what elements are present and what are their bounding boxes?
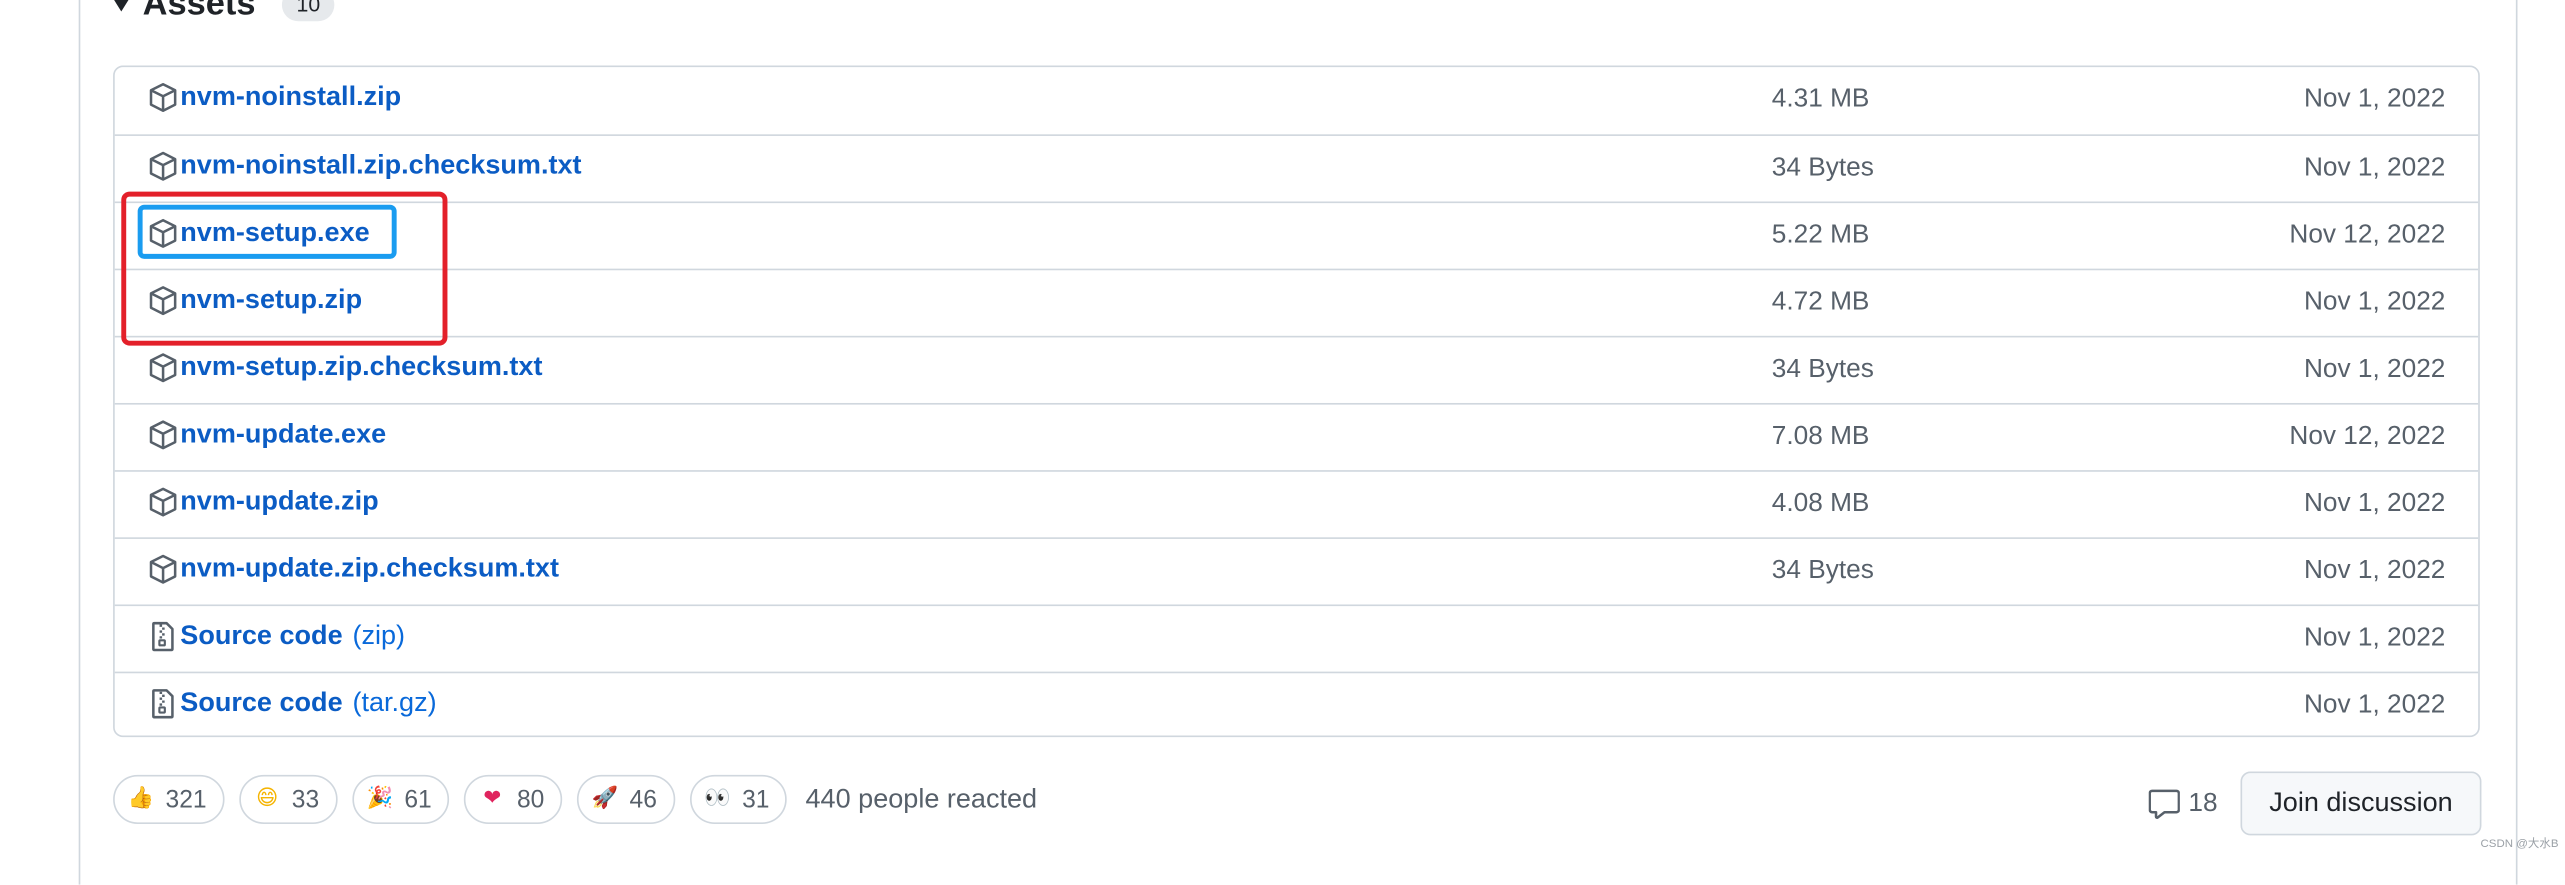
asset-date: Nov 1, 2022 (2303, 691, 2446, 720)
eyes-icon: 👀 (704, 786, 731, 811)
assets-list: nvm-noinstall.zip 4.31 MB Nov 1, 2022 nvm-n… (113, 65, 2480, 739)
asset-link[interactable]: nvm-setup.zip.checksum.txt (148, 352, 543, 383)
asset-date: Nov 1, 2022 (2303, 355, 2446, 384)
reaction-count: 321 (165, 785, 207, 814)
asset-row: nvm-setup.exe 5.22 MB Nov 12, 2022 (114, 201, 2479, 268)
asset-row: Source code (tar.gz) Nov 1, 2022 (114, 671, 2479, 739)
asset-date: Nov 1, 2022 (2303, 624, 2446, 652)
asset-size: 34 Bytes (1771, 556, 1874, 585)
asset-size: 34 Bytes (1771, 355, 1874, 384)
reaction-button[interactable]: 👀 31 (689, 774, 788, 824)
asset-link[interactable]: nvm-update.zip (148, 487, 379, 518)
file-zip-icon (148, 688, 179, 719)
asset-size: 5.22 MB (1771, 221, 1870, 249)
assets-header[interactable]: Assets 10 (113, 0, 335, 29)
asset-row: nvm-setup.zip 4.72 MB Nov 1, 2022 (114, 268, 2479, 336)
asset-size: 34 Bytes (1771, 153, 1874, 182)
asset-date: Nov 1, 2022 (2303, 556, 2446, 585)
asset-size: 4.08 MB (1771, 489, 1870, 518)
reaction-count: 33 (291, 785, 320, 814)
asset-link[interactable]: nvm-update.exe (148, 419, 387, 450)
laugh-icon: 😄 (256, 786, 279, 811)
caret-down-icon[interactable] (113, 0, 130, 12)
asset-row: nvm-noinstall.zip.checksum.txt 34 Bytes No… (114, 134, 2479, 201)
asset-row: nvm-update.zip 4.08 MB Nov 1, 2022 (114, 470, 2479, 537)
comment-count: 18 (2188, 788, 2218, 817)
asset-suffix: (zip) (352, 620, 406, 651)
heart-icon: ❤ (483, 786, 502, 811)
asset-name: nvm-update.zip.checksum.txt (180, 553, 560, 584)
watermark: CSDN @大水B (2480, 838, 2559, 851)
discussion-area: 18 Join discussion (2149, 771, 2482, 836)
asset-link[interactable]: nvm-noinstall.zip (148, 81, 402, 113)
asset-name: Source code (180, 620, 343, 651)
package-icon (148, 554, 179, 585)
package-icon (148, 487, 179, 518)
package-icon (148, 151, 179, 182)
hooray-icon: 🎉 (366, 786, 394, 811)
asset-name: nvm-setup.zip.checksum.txt (180, 352, 543, 382)
asset-date: Nov 12, 2022 (2289, 422, 2446, 451)
asset-link[interactable]: Source code (tar.gz) (148, 688, 437, 719)
asset-row: nvm-update.exe 7.08 MB Nov 12, 2022 (114, 402, 2479, 470)
asset-row: nvm-noinstall.zip 4.31 MB Nov 1, 2022 (115, 67, 2478, 134)
reaction-count: 31 (742, 785, 770, 814)
asset-name: nvm-noinstall.zip.checksum.txt (180, 150, 582, 181)
asset-date: Nov 1, 2022 (2303, 85, 2446, 114)
asset-row: nvm-update.zip.checksum.txt 34 Bytes Nov 1… (114, 537, 2479, 604)
asset-date: Nov 1, 2022 (2303, 153, 2446, 182)
rocket-icon: 🚀 (591, 786, 619, 811)
reaction-button[interactable]: 😄 33 (239, 774, 338, 824)
reaction-count: 61 (404, 785, 432, 814)
package-icon (148, 82, 179, 113)
release-page: Assets 10 nvm-noinstall.zip 4.31 MB Nov 1,… (0, 0, 2565, 885)
assets-count-badge: 10 (281, 0, 335, 22)
asset-name: Source code (180, 688, 343, 718)
asset-suffix: (tar.gz) (352, 688, 437, 718)
thumbs-up-icon: 👍 (127, 786, 155, 811)
asset-name: nvm-update.exe (180, 419, 387, 449)
package-icon (148, 352, 179, 383)
asset-size: 4.31 MB (1771, 85, 1870, 114)
reaction-button[interactable]: 🎉 61 (351, 774, 450, 824)
asset-row: nvm-setup.zip.checksum.txt 34 Bytes Nov 1,… (114, 335, 2479, 403)
asset-row: Source code (zip) Nov 1, 2022 (114, 604, 2479, 671)
asset-date: Nov 1, 2022 (2303, 489, 2446, 518)
join-discussion-button[interactable]: Join discussion (2240, 771, 2482, 836)
reaction-button[interactable]: ❤ 80 (464, 774, 563, 824)
asset-link[interactable]: nvm-update.zip.checksum.txt (148, 554, 559, 585)
reaction-count: 80 (516, 785, 545, 814)
asset-link[interactable]: nvm-noinstall.zip.checksum.txt (148, 151, 582, 182)
comments-link[interactable]: 18 (2149, 788, 2218, 819)
asset-size: 4.72 MB (1771, 288, 1870, 317)
blue-highlight-box (137, 204, 397, 259)
reaction-count: 46 (629, 785, 657, 814)
reactions-summary: 440 people reacted (805, 783, 1038, 814)
package-icon (148, 419, 179, 450)
asset-size: 7.08 MB (1771, 422, 1870, 451)
reactions-bar: 👍 321 😄 33 🎉 61 ❤ 80 🚀 46 👀 31 440 people reacted (113, 773, 1037, 825)
reaction-button[interactable]: 🚀 46 (577, 774, 675, 824)
asset-name: nvm-noinstall.zip (180, 81, 402, 112)
assets-title: Assets (142, 0, 256, 23)
asset-name: nvm-update.zip (180, 486, 379, 517)
asset-date: Nov 1, 2022 (2303, 288, 2446, 317)
comment-icon (2149, 789, 2181, 819)
file-zip-icon (148, 621, 179, 652)
asset-link[interactable]: Source code (zip) (148, 620, 406, 652)
asset-date: Nov 12, 2022 (2289, 221, 2446, 249)
reaction-button[interactable]: 👍 321 (113, 774, 225, 824)
